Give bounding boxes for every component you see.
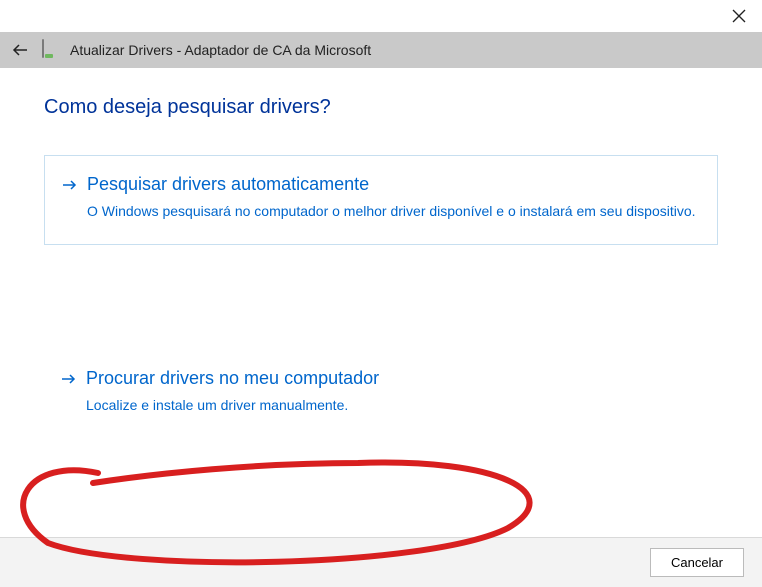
- back-arrow-icon[interactable]: [12, 42, 28, 58]
- option-browse-computer[interactable]: Procurar drivers no meu computador Local…: [44, 350, 718, 438]
- arrow-right-icon: [62, 372, 76, 386]
- page-title: Atualizar Drivers - Adaptador de CA da M…: [70, 42, 371, 58]
- option-auto-desc: O Windows pesquisará no computador o mel…: [87, 201, 699, 222]
- question-heading: Como deseja pesquisar drivers?: [44, 96, 718, 119]
- option-auto-title: Pesquisar drivers automaticamente: [87, 174, 369, 195]
- option-browse-title: Procurar drivers no meu computador: [86, 368, 379, 389]
- titlebar: [0, 0, 762, 32]
- footer-bar: Cancelar: [0, 537, 762, 587]
- device-icon: [42, 40, 56, 60]
- content-area: Como deseja pesquisar drivers? Pesquisar…: [0, 68, 762, 537]
- header-row: Atualizar Drivers - Adaptador de CA da M…: [0, 32, 762, 68]
- arrow-right-icon: [63, 178, 77, 192]
- cancel-button[interactable]: Cancelar: [650, 548, 744, 577]
- close-icon[interactable]: [732, 9, 746, 23]
- option-browse-desc: Localize e instale um driver manualmente…: [86, 395, 700, 416]
- option-auto-search[interactable]: Pesquisar drivers automaticamente O Wind…: [44, 155, 718, 245]
